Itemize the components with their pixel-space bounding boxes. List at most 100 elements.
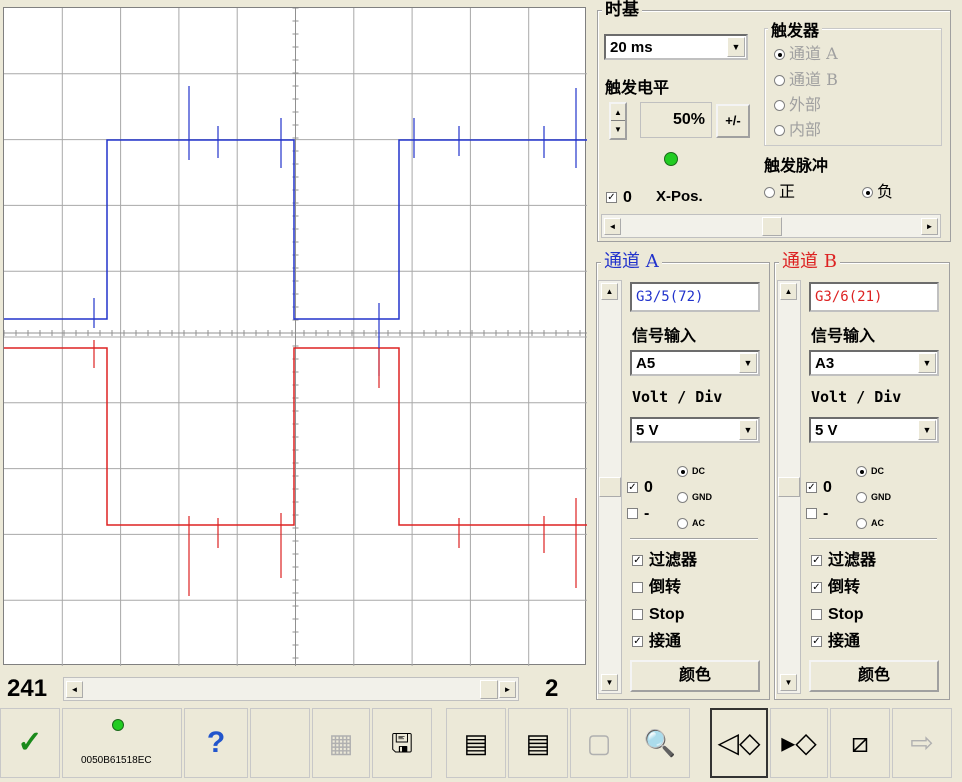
channel-b-title: 通道 B — [779, 253, 840, 271]
coupling-label: DC — [871, 466, 884, 476]
channel-a-minus-checkbox[interactable]: - — [627, 505, 649, 523]
time-scrollbar-thumb[interactable] — [480, 680, 498, 699]
help-button[interactable]: ? — [184, 708, 248, 778]
arrow-up-icon[interactable]: ▲ — [601, 283, 618, 300]
diamond-right-icon: ▸◇ — [781, 727, 817, 758]
channel-b-invert-checkbox[interactable]: ✓ 倒转 — [811, 579, 860, 597]
channel-b-id-field[interactable]: G3/6(21) — [809, 282, 939, 312]
exit-button[interactable]: ⇨ — [892, 708, 952, 778]
channel-a-connect-checkbox[interactable]: ✓ 接通 — [632, 633, 681, 651]
oscilloscope-display[interactable] — [3, 7, 587, 666]
save-gif-icon: 🖫 — [390, 728, 414, 758]
cursor-left-button[interactable]: ◁◇ — [710, 708, 768, 778]
plus-minus-button[interactable]: +/- — [716, 104, 750, 138]
trigger-option-label: 内部 — [789, 120, 822, 139]
channel-b-volt-value: 5 V — [815, 422, 838, 439]
channel-a-volt-dropdown[interactable]: 5 V ▼ — [630, 417, 760, 443]
chevron-down-icon[interactable]: ▼ — [739, 353, 757, 373]
trigger-pulse-negative[interactable]: 负 — [862, 183, 893, 201]
channel-a-coupling-dc[interactable]: DC — [677, 462, 705, 480]
export-button[interactable]: ▤ — [508, 708, 568, 778]
channel-b-divider — [809, 538, 937, 540]
xpos-slider[interactable]: ◄ ► — [601, 214, 941, 238]
channel-b-signal-label: 信号输入 — [811, 326, 876, 345]
channel-a-connect-label: 接通 — [649, 633, 682, 650]
radio-icon — [856, 492, 867, 504]
cursor-right-button[interactable]: ▸◇ — [770, 708, 828, 778]
channel-a-stop-checkbox[interactable]: Stop — [632, 606, 685, 624]
timebase-dropdown[interactable]: 20 ms ▼ — [604, 34, 748, 60]
channel-a-offset-slider[interactable]: ▲ ▼ — [598, 280, 622, 694]
channel-a-zero-checkbox[interactable]: ✓ 0 — [627, 479, 653, 497]
trigger-level-box: 50% — [640, 102, 712, 138]
channel-b-signal-dropdown[interactable]: A3 ▼ — [809, 350, 939, 376]
arrow-left-icon[interactable]: ◄ — [604, 218, 621, 235]
trigger-level-spinner[interactable]: ▲ ▼ — [609, 102, 627, 140]
trigger-title: 触发器 — [768, 22, 823, 40]
channel-b-color-button[interactable]: 颜色 — [809, 660, 939, 692]
channel-a-invert-checkbox[interactable]: 倒转 — [632, 579, 681, 597]
xpos-slider-thumb[interactable] — [762, 217, 782, 236]
import-button[interactable]: ▤ — [446, 708, 506, 778]
channel-b-volt-dropdown[interactable]: 5 V ▼ — [809, 417, 939, 443]
arrow-right-icon[interactable]: ► — [921, 218, 938, 235]
cursor-cross-button[interactable]: ⧄ — [830, 708, 890, 778]
channel-b-coupling-ac[interactable]: AC — [856, 514, 884, 532]
zoom-button[interactable]: 🔍 — [630, 708, 690, 778]
channel-a-coupling-ac[interactable]: AC — [677, 514, 705, 532]
arrow-left-icon[interactable]: ◄ — [66, 681, 83, 698]
channel-a-coupling-gnd[interactable]: GND — [677, 488, 712, 506]
save-gif-button[interactable]: 🖫 — [372, 708, 432, 778]
trigger-option-label: 外部 — [789, 95, 822, 114]
time-scrollbar[interactable]: ◄ ► — [63, 677, 519, 701]
arrow-down-icon[interactable]: ▼ — [611, 121, 625, 138]
chevron-down-icon[interactable]: ▼ — [739, 420, 757, 440]
channel-a-filter-checkbox[interactable]: ✓ 过滤器 — [632, 552, 697, 570]
channel-b-invert-label: 倒转 — [828, 579, 861, 596]
timebase-value: 20 ms — [610, 39, 653, 56]
chevron-down-icon[interactable]: ▼ — [727, 37, 745, 57]
channel-b-minus-checkbox[interactable]: - — [806, 505, 828, 523]
channel-a-color-button[interactable]: 颜色 — [630, 660, 760, 692]
blank-toolbar-button[interactable] — [250, 708, 310, 778]
radio-icon — [774, 100, 785, 111]
chevron-down-icon[interactable]: ▼ — [918, 353, 936, 373]
channel-a-zero-label: 0 — [644, 479, 653, 496]
blank-page-button[interactable]: ▢ — [570, 708, 628, 778]
device-status-button[interactable]: 0050B61518EC — [62, 708, 182, 778]
channel-b-stop-checkbox[interactable]: Stop — [811, 606, 864, 624]
arrow-down-icon[interactable]: ▼ — [601, 674, 618, 691]
channel-b-coupling-dc[interactable]: DC — [856, 462, 884, 480]
channel-b-connect-checkbox[interactable]: ✓ 接通 — [811, 633, 860, 651]
channel-b-volt-label: Volt / Div — [811, 388, 902, 406]
channel-b-signal-value: A3 — [815, 355, 835, 372]
channel-a-filter-label: 过滤器 — [649, 552, 698, 569]
channel-a-id-field[interactable]: G3/5(72) — [630, 282, 760, 312]
radio-icon — [764, 187, 775, 198]
chevron-down-icon[interactable]: ▼ — [918, 420, 936, 440]
xpos-checkbox[interactable]: ✓ 0 — [606, 189, 632, 207]
channel-a-offset-thumb[interactable] — [599, 477, 621, 497]
arrow-up-icon[interactable]: ▲ — [780, 283, 797, 300]
arrow-up-icon[interactable]: ▲ — [611, 104, 625, 121]
checkbox-icon — [627, 508, 638, 520]
trigger-led-icon — [664, 152, 678, 166]
arrow-right-icon[interactable]: ► — [499, 681, 516, 698]
trigger-pulse-positive[interactable]: 正 — [764, 183, 795, 201]
radio-icon — [677, 466, 688, 478]
confirm-button[interactable]: ✓ — [0, 708, 60, 778]
channel-b-offset-thumb[interactable] — [778, 477, 800, 497]
arrow-down-icon[interactable]: ▼ — [780, 674, 797, 691]
channel-b-offset-slider[interactable]: ▲ ▼ — [777, 280, 801, 694]
channel-b-coupling-gnd[interactable]: GND — [856, 488, 891, 506]
trigger-option-internal: 内部 — [774, 121, 821, 139]
coupling-label: DC — [692, 466, 705, 476]
channel-b-zero-checkbox[interactable]: ✓ 0 — [806, 479, 832, 497]
checkbox-icon — [811, 609, 822, 621]
coupling-label: AC — [692, 518, 705, 528]
scroll-left-value: 241 — [7, 675, 48, 702]
channel-b-filter-checkbox[interactable]: ✓ 过滤器 — [811, 552, 876, 570]
save-picture-button[interactable]: ▦ — [312, 708, 370, 778]
waveform-canvas — [4, 8, 587, 666]
channel-a-signal-dropdown[interactable]: A5 ▼ — [630, 350, 760, 376]
